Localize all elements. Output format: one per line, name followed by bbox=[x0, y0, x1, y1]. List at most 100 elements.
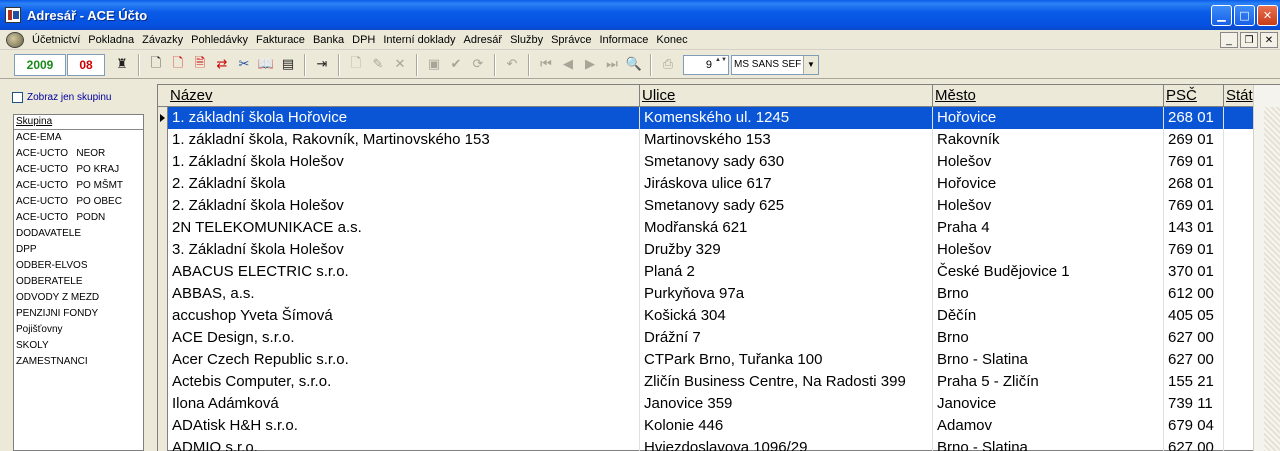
table-row[interactable]: Ilona Adámková Janovice 359 Janovice 739 11 bbox=[168, 393, 1254, 415]
table-cell[interactable]: Acer Czech Republic s.r.o. bbox=[168, 349, 640, 371]
menu-item[interactable]: DPH bbox=[348, 30, 379, 50]
new-document-icon[interactable]: 🗋 bbox=[145, 54, 167, 76]
table-cell[interactable]: Jiráskova ulice 617 bbox=[640, 173, 933, 195]
table-cell[interactable]: 3. Základní škola Holešov bbox=[168, 239, 640, 261]
table-cell[interactable]: Hořovice bbox=[933, 107, 1164, 129]
refresh-icon[interactable]: ⟳ bbox=[467, 54, 489, 76]
table-cell[interactable]: Janovice bbox=[933, 393, 1164, 415]
table-cell[interactable]: Janovice 359 bbox=[640, 393, 933, 415]
table-cell[interactable]: ABBAS, a.s. bbox=[168, 283, 640, 305]
prev-record-icon[interactable]: ◀ bbox=[557, 54, 579, 76]
menu-item[interactable]: Informace bbox=[595, 30, 652, 50]
table-row[interactable]: ADAtisk H&H s.r.o. Kolonie 446 Adamov 679 0… bbox=[168, 415, 1254, 437]
group-list-item[interactable]: ACE-UCTO NEOR bbox=[14, 146, 143, 162]
first-record-icon[interactable]: ⏮ bbox=[535, 54, 557, 76]
mdi-minimize-icon[interactable]: _ bbox=[1220, 32, 1238, 48]
table-cell[interactable]: accushop Yveta Šímová bbox=[168, 305, 640, 327]
group-list-item[interactable]: ACE-UCTO PODN bbox=[14, 210, 143, 226]
table-cell[interactable]: 1. základní škola Hořovice bbox=[168, 107, 640, 129]
table-cell[interactable]: Družby 329 bbox=[640, 239, 933, 261]
swap-arrows-icon[interactable]: ⇄ bbox=[211, 54, 233, 76]
table-cell[interactable]: Planá 2 bbox=[640, 261, 933, 283]
table-cell[interactable]: Hviezdoslavova 1096/29 bbox=[640, 437, 933, 451]
book-icon[interactable]: 📖 bbox=[255, 54, 277, 76]
table-cell[interactable]: 769 01 bbox=[1164, 151, 1224, 173]
notes-icon[interactable]: ▤ bbox=[277, 54, 299, 76]
table-cell[interactable]: Smetanovy sady 625 bbox=[640, 195, 933, 217]
chevron-down-icon[interactable]: ▼ bbox=[803, 55, 818, 74]
menu-item[interactable]: Adresář bbox=[460, 30, 507, 50]
group-list-item[interactable]: ACE-UCTO PO MŠMT bbox=[14, 178, 143, 194]
table-cell[interactable]: Smetanovy sady 630 bbox=[640, 151, 933, 173]
address-grid[interactable]: Název Ulice Město PSČ Stát 1. základní škola… bbox=[157, 84, 1280, 451]
column-header[interactable]: PSČ bbox=[1164, 85, 1224, 107]
column-header[interactable]: Stát bbox=[1224, 85, 1254, 107]
table-cell[interactable]: Holešov bbox=[933, 239, 1164, 261]
table-cell[interactable]: Praha 5 - Zličín bbox=[933, 371, 1164, 393]
table-cell[interactable]: ADAtisk H&H s.r.o. bbox=[168, 415, 640, 437]
group-list[interactable]: Skupina ACE-EMA ACE-UCTO NEOR ACE-UCTO PO … bbox=[13, 114, 144, 451]
table-cell[interactable]: 739 11 bbox=[1164, 393, 1224, 415]
table-cell[interactable]: Martinovského 153 bbox=[640, 129, 933, 151]
menu-item[interactable]: Interní doklady bbox=[379, 30, 459, 50]
group-filter-checkbox-row[interactable]: Zobraz jen skupinu bbox=[12, 92, 112, 103]
document-red-icon[interactable]: 🗋 bbox=[167, 54, 189, 76]
table-cell[interactable]: České Budějovice 1 bbox=[933, 261, 1164, 283]
table-cell[interactable]: Kolonie 446 bbox=[640, 415, 933, 437]
menu-item[interactable]: Závazky bbox=[138, 30, 187, 50]
column-header[interactable]: Ulice bbox=[640, 85, 933, 107]
table-cell[interactable]: ABACUS ELECTRIC s.r.o. bbox=[168, 261, 640, 283]
font-name-select[interactable]: MS SANS SEF ▼ bbox=[731, 54, 819, 75]
table-cell[interactable]: 143 01 bbox=[1164, 217, 1224, 239]
table-cell[interactable]: 2. Základní škola Holešov bbox=[168, 195, 640, 217]
table-cell[interactable]: 2. Základní škola bbox=[168, 173, 640, 195]
menu-item[interactable]: Pokladna bbox=[84, 30, 138, 50]
table-cell[interactable]: 612 00 bbox=[1164, 283, 1224, 305]
table-row[interactable]: 2N TELEKOMUNIKACE a.s. Modřanská 621 Praha… bbox=[168, 217, 1254, 239]
close-icon[interactable]: ✕ bbox=[1257, 5, 1278, 26]
table-cell[interactable]: 155 21 bbox=[1164, 371, 1224, 393]
table-cell[interactable]: CTPark Brno, Tuřanka 100 bbox=[640, 349, 933, 371]
table-cell[interactable]: 370 01 bbox=[1164, 261, 1224, 283]
table-cell[interactable]: Purkyňova 97a bbox=[640, 283, 933, 305]
table-cell[interactable]: 2N TELEKOMUNIKACE a.s. bbox=[168, 217, 640, 239]
table-row[interactable]: 2. Základní škola Holešov Smetanovy sady … bbox=[168, 195, 1254, 217]
table-row[interactable]: accushop Yveta Šímová Košická 304 Děčín 405… bbox=[168, 305, 1254, 327]
table-cell[interactable]: 269 01 bbox=[1164, 129, 1224, 151]
table-cell[interactable]: 1. základní škola, Rakovník, Martinovské… bbox=[168, 129, 640, 151]
table-cell[interactable]: 1. Základní škola Holešov bbox=[168, 151, 640, 173]
table-cell[interactable]: 627 00 bbox=[1164, 349, 1224, 371]
group-list-item[interactable]: DPP bbox=[14, 242, 143, 258]
table-cell[interactable]: Zličín Business Centre, Na Radosti 399 bbox=[640, 371, 933, 393]
group-list-item[interactable]: ODBERATELE bbox=[14, 274, 143, 290]
table-cell[interactable]: 679 04 bbox=[1164, 415, 1224, 437]
document-print-icon[interactable]: 🗎 bbox=[189, 54, 211, 76]
system-menu-icon[interactable] bbox=[6, 31, 24, 48]
table-cell[interactable]: Brno - Slatina bbox=[933, 349, 1164, 371]
month-field[interactable]: 08 bbox=[67, 53, 105, 76]
table-cell[interactable]: Brno bbox=[933, 327, 1164, 349]
menu-item[interactable]: Banka bbox=[309, 30, 348, 50]
table-cell[interactable]: Děčín bbox=[933, 305, 1164, 327]
table-row[interactable]: ADMIO s.r.o. Hviezdoslavova 1096/29 Brno -… bbox=[168, 437, 1254, 451]
menu-item[interactable]: Správce bbox=[547, 30, 595, 50]
user-icon[interactable]: ♜ bbox=[111, 54, 133, 76]
scrollbar-track[interactable] bbox=[1264, 107, 1280, 451]
table-row[interactable]: ABACUS ELECTRIC s.r.o. Planá 2 České Buděj… bbox=[168, 261, 1254, 283]
group-list-item[interactable]: ACE-UCTO PO OBEC bbox=[14, 194, 143, 210]
table-cell[interactable]: Hořovice bbox=[933, 173, 1164, 195]
table-cell[interactable]: 627 00 bbox=[1164, 437, 1224, 451]
table-cell[interactable]: 769 01 bbox=[1164, 195, 1224, 217]
group-list-header[interactable]: Skupina bbox=[14, 115, 143, 130]
table-cell[interactable]: 627 00 bbox=[1164, 327, 1224, 349]
table-cell[interactable]: Holešov bbox=[933, 195, 1164, 217]
mdi-restore-icon[interactable]: ❐ bbox=[1240, 32, 1258, 48]
group-list-item[interactable]: ODVODY Z MEZD bbox=[14, 290, 143, 306]
save-icon[interactable]: ▣ bbox=[423, 54, 445, 76]
table-cell[interactable]: Brno - Slatina bbox=[933, 437, 1164, 451]
table-cell[interactable]: Komenského ul. 1245 bbox=[640, 107, 933, 129]
table-row[interactable]: Acer Czech Republic s.r.o. CTPark Brno, T… bbox=[168, 349, 1254, 371]
group-list-item[interactable]: ZAMESTNANCI bbox=[14, 354, 143, 370]
cancel-edit-icon[interactable]: ✔ bbox=[445, 54, 467, 76]
table-row[interactable]: 3. Základní škola Holešov Družby 329 Holeš… bbox=[168, 239, 1254, 261]
